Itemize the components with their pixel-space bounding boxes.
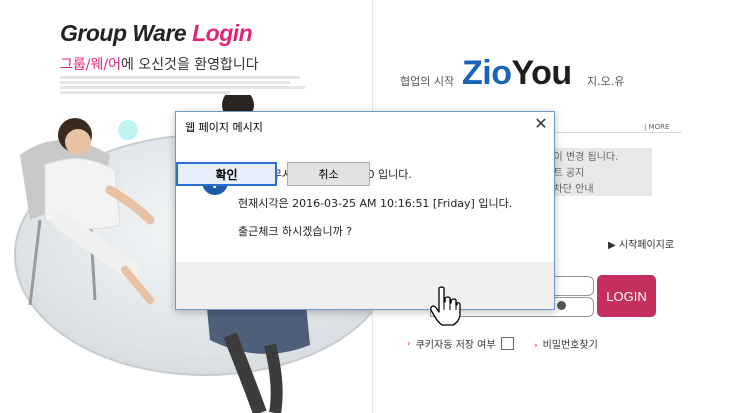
dialog-button-bar [176,262,554,309]
cookie-save-label: 쿠키자동 저장 여부 [415,340,496,351]
cookie-save-row: › 쿠키자동 저장 여부 [407,336,514,351]
logo-korean-text: 지.오.유 [587,75,625,88]
title-text: Group Ware [60,20,193,46]
dialog-message-line: 현재시각은 2016-03-25 AM 10:16:51 [Friday] 입니… [238,197,513,210]
welcome-brand: 그룹/웨/어 [60,57,121,73]
groupware-login-title: Group Ware Login [60,20,253,47]
logo-zio: Zio [462,54,512,92]
cancel-button[interactable]: 취소 [287,162,370,186]
notice-item[interactable]: ...이 변경 됩니다. [544,148,618,163]
ok-button[interactable]: 확인 [176,162,277,186]
slogan-text: 협업의 시작 [400,75,455,88]
start-page-link[interactable]: ▶ 시작페이지로 [608,236,674,251]
bullet-icon: › [407,338,411,349]
welcome-message: 에 오신것을 환영합니다 [120,57,259,73]
web-page-message-dialog: 웹 페이지 메시지 ✕ ? 오늘 근무시간은 8:40~18:0 입니다. 현재… [175,111,555,310]
close-icon[interactable]: ✕ [532,115,550,133]
password-mask-dot [557,301,566,310]
hand-pointer-cursor-icon [430,286,461,326]
dialog-message-line: 출근체크 하시겠습니까 ? [238,225,353,238]
dialog-title: 웹 페이지 메시지 [185,121,263,134]
find-password-label[interactable]: 비밀번호찾기 [543,340,598,351]
fine-print-decoration [60,76,310,94]
cookie-save-checkbox[interactable] [500,337,514,350]
more-link[interactable]: | MORE [644,123,669,131]
title-login-text: Login [192,20,253,46]
welcome-text: 그룹/웨/어에 오신것을 환영합니다 [60,54,259,74]
bullet-icon: › [534,341,538,351]
find-password-link[interactable]: › 비밀번호찾기 [534,336,598,351]
zioyou-logo: ZioYou [462,54,572,93]
logo-you: You [511,54,572,92]
login-button[interactable]: LOGIN [597,275,656,317]
